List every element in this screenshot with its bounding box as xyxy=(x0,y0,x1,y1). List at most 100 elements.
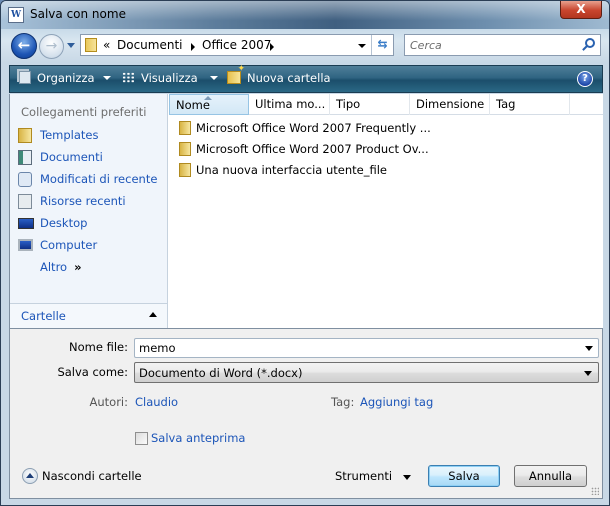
views-button[interactable]: Visualizza xyxy=(122,71,218,85)
double-chevron-right-icon: » xyxy=(74,260,82,274)
recent-places-icon xyxy=(18,194,32,209)
sidebar-item-templates[interactable]: Templates xyxy=(16,126,164,146)
organize-button[interactable]: Organizza xyxy=(19,71,111,85)
chevron-down-icon xyxy=(403,475,411,480)
folder-icon xyxy=(179,142,191,156)
breadcrumb-separator-icon[interactable] xyxy=(270,43,274,51)
add-tags-link[interactable]: Aggiungi tag xyxy=(360,395,433,409)
save-type-value: Documento di Word (*.docx) xyxy=(139,366,303,380)
more-label: Altro xyxy=(40,260,68,274)
list-item[interactable]: Microsoft Office Word 2007 Product Ov... xyxy=(169,139,429,159)
sidebar-item-label: Desktop xyxy=(40,216,88,230)
resize-grip[interactable] xyxy=(591,487,599,495)
cancel-button[interactable]: Annulla xyxy=(514,465,587,487)
back-arrow-icon: ← xyxy=(17,36,31,54)
command-toolbar: Organizza Visualizza Nuova cartella ? xyxy=(9,64,603,93)
column-size[interactable]: Dimensione xyxy=(410,94,490,115)
breadcrumb-overflow[interactable]: « xyxy=(103,38,110,52)
chevron-down-icon xyxy=(102,76,111,80)
views-icon xyxy=(122,72,135,83)
new-folder-icon xyxy=(227,64,245,84)
refresh-button[interactable]: ⇆ xyxy=(371,35,393,55)
chevron-down-icon[interactable] xyxy=(585,346,593,351)
sidebar-item-desktop[interactable]: Desktop xyxy=(16,214,164,234)
organize-label: Organizza xyxy=(37,71,95,85)
new-folder-button[interactable]: Nuova cartella xyxy=(227,64,331,85)
column-tags[interactable]: Tag xyxy=(490,94,570,115)
hide-folders-button[interactable]: Nascondi cartelle xyxy=(20,467,150,487)
save-type-label: Salva come: xyxy=(57,365,128,379)
folder-icon xyxy=(179,163,191,177)
folders-label: Cartelle xyxy=(21,309,66,323)
sidebar-item-label: Risorse recenti xyxy=(40,194,126,208)
authors-value[interactable]: Claudio xyxy=(135,395,178,409)
folder-icon xyxy=(179,121,191,135)
column-name[interactable]: Nome xyxy=(169,94,249,115)
folder-icon xyxy=(18,128,32,143)
tags-label: Tag: xyxy=(331,395,355,409)
folders-toggle[interactable]: Cartelle xyxy=(10,303,167,328)
filename-field[interactable] xyxy=(134,338,599,358)
column-modified[interactable]: Ultima mo... xyxy=(249,94,330,115)
forward-arrow-icon: → xyxy=(45,38,58,54)
navigation-pane: Collegamenti preferiti Templates Documen… xyxy=(10,94,168,328)
column-type[interactable]: Tipo xyxy=(330,94,410,115)
sidebar-item-label: Computer xyxy=(40,238,98,252)
breadcrumb-documenti[interactable]: Documenti xyxy=(117,38,183,52)
chevron-up-circle-icon xyxy=(22,468,38,484)
new-folder-label: Nuova cartella xyxy=(247,71,331,85)
refresh-icon: ⇆ xyxy=(377,37,388,51)
search-box[interactable] xyxy=(404,34,601,56)
file-name: Microsoft Office Word 2007 Product Ov... xyxy=(196,142,429,156)
forward-button[interactable]: → xyxy=(39,34,64,59)
filename-input[interactable] xyxy=(134,338,599,358)
tools-menu[interactable]: Strumenti xyxy=(328,467,412,487)
chevron-down-icon xyxy=(209,76,218,80)
computer-icon xyxy=(18,239,33,251)
sidebar-item-computer[interactable]: Computer xyxy=(16,236,164,256)
favorite-links-heading: Collegamenti preferiti xyxy=(21,105,147,119)
file-list: Nome Ultima mo... Tipo Dimensione Tag Mi… xyxy=(169,94,603,328)
search-icon[interactable] xyxy=(585,38,595,48)
organize-icon xyxy=(19,71,31,84)
sidebar-item-more[interactable]: Altro » xyxy=(16,258,164,278)
save-button[interactable]: Salva xyxy=(428,465,500,487)
chevron-up-icon xyxy=(149,312,157,317)
file-name: Microsoft Office Word 2007 Frequently ..… xyxy=(196,121,431,135)
sidebar-item-recently-changed[interactable]: Modificati di recente xyxy=(16,170,164,190)
views-label: Visualizza xyxy=(141,71,198,85)
folder-icon xyxy=(85,38,97,52)
back-button[interactable]: ← xyxy=(11,33,37,59)
help-icon[interactable]: ? xyxy=(577,71,593,87)
save-thumbnail-checkbox[interactable] xyxy=(135,432,148,445)
breadcrumb-office-2007[interactable]: Office 2007 xyxy=(202,38,271,52)
close-button[interactable]: X xyxy=(560,1,602,19)
sidebar-item-documenti[interactable]: Documenti xyxy=(16,148,164,168)
address-history-dropdown[interactable] xyxy=(358,44,366,48)
column-header: Nome Ultima mo... Tipo Dimensione Tag xyxy=(169,94,603,115)
sidebar-item-recent-places[interactable]: Risorse recenti xyxy=(16,192,164,212)
content-area: Collegamenti preferiti Templates Documen… xyxy=(9,94,603,329)
file-name: Una nuova interfaccia utente_file xyxy=(196,163,387,177)
window-title: Salva con nome xyxy=(30,7,126,21)
recent-pages-dropdown[interactable] xyxy=(67,43,75,48)
save-thumbnail-label[interactable]: Salva anteprima xyxy=(151,431,245,445)
save-as-dialog: W Salva con nome X ← → « Documenti Offic… xyxy=(0,0,610,506)
word-document-icon: W xyxy=(8,7,24,23)
sort-ascending-icon xyxy=(204,96,212,100)
address-bar[interactable]: « Documenti Office 2007 ⇆ xyxy=(80,34,394,56)
sidebar-item-label: Templates xyxy=(40,128,99,142)
save-type-select[interactable]: Documento di Word (*.docx) xyxy=(134,362,599,383)
documents-icon xyxy=(18,150,32,165)
search-input[interactable] xyxy=(405,35,575,55)
recently-changed-icon xyxy=(18,172,32,187)
desktop-icon xyxy=(18,218,34,229)
save-options-panel: Nome file: Salva come: Documento di Word… xyxy=(9,329,603,499)
hide-folders-label: Nascondi cartelle xyxy=(42,469,142,483)
list-item[interactable]: Una nuova interfaccia utente_file xyxy=(169,160,429,180)
tools-label: Strumenti xyxy=(335,469,393,483)
breadcrumb-separator-icon[interactable] xyxy=(191,43,195,51)
list-item[interactable]: Microsoft Office Word 2007 Frequently ..… xyxy=(169,118,431,138)
filename-label: Nome file: xyxy=(69,340,128,354)
authors-label: Autori: xyxy=(89,395,129,409)
